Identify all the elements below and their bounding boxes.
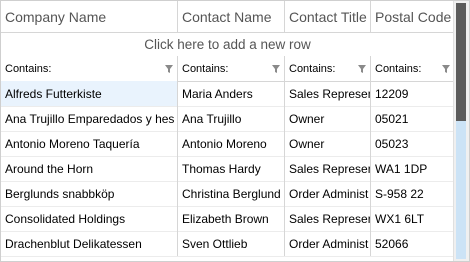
cell-postal-code[interactable]: WX1 6LT [371,206,454,231]
column-header-company-name[interactable]: Company Name [1,1,178,32]
table-row[interactable]: Around the Horn Thomas Hardy Sales Repre… [1,156,454,182]
cell-company-name[interactable]: Ana Trujillo Emparedados y hes [1,106,178,131]
cell-contact-name[interactable]: Sven Ottlieb [178,231,285,256]
filter-label: Contains: [289,62,336,75]
filter-cell-postal-code[interactable]: Contains: [371,56,454,81]
table-row[interactable]: Drachenblut Delikatessen Sven Ottlieb Or… [1,231,454,257]
cell-contact-name[interactable]: Maria Anders [178,81,285,106]
column-header-postal-code[interactable]: Postal Code [371,1,454,32]
cell-contact-title[interactable]: Sales Represent [285,156,371,181]
cell-contact-name[interactable]: Ana Trujillo [178,106,285,131]
scrollbar-thumb[interactable] [456,3,466,121]
cell-contact-name[interactable]: Thomas Hardy [178,156,285,181]
cell-contact-title[interactable]: Owner [285,106,371,131]
table-row[interactable]: Ana Trujillo Emparedados y hes Ana Truji… [1,106,454,132]
table-row[interactable]: Antonio Moreno Taquería Antonio Moreno O… [1,131,454,157]
data-grid: Company Name Contact Name Contact Title … [0,0,470,262]
cell-postal-code[interactable]: S-958 22 [371,181,454,206]
cell-company-name[interactable]: Drachenblut Delikatessen [1,231,178,256]
cell-company-name[interactable]: Alfreds Futterkiste [1,81,178,106]
table-row[interactable]: Alfreds Futterkiste Maria Anders Sales R… [1,81,454,107]
cell-contact-title[interactable]: Order Administ [285,181,371,206]
cell-contact-name[interactable]: Christina Berglund [178,181,285,206]
cell-contact-name[interactable]: Antonio Moreno [178,131,285,156]
filter-funnel-icon[interactable] [358,64,366,73]
filter-cell-contact-name[interactable]: Contains: [178,56,285,81]
cell-company-name[interactable]: Consolidated Holdings [1,206,178,231]
cell-postal-code[interactable]: 12209 [371,81,454,106]
table-row[interactable]: Consolidated Holdings Elizabeth Brown Sa… [1,206,454,232]
cell-contact-name[interactable]: Elizabeth Brown [178,206,285,231]
cell-contact-title[interactable]: Sales Represent [285,206,371,231]
vertical-scrollbar[interactable] [453,1,469,261]
cell-contact-title[interactable]: Owner [285,131,371,156]
cell-contact-title[interactable]: Order Administ [285,231,371,256]
cell-company-name[interactable]: Antonio Moreno Taquería [1,131,178,156]
filter-row: Contains: Contains: Contains: Contains: [1,56,454,82]
filter-funnel-icon[interactable] [272,64,280,73]
filter-label: Contains: [5,62,52,75]
filter-funnel-icon[interactable] [442,64,450,73]
column-header-contact-title[interactable]: Contact Title [285,1,371,32]
cell-postal-code[interactable]: 52066 [371,231,454,256]
cell-postal-code[interactable]: 05023 [371,131,454,156]
column-header-contact-name[interactable]: Contact Name [178,1,285,32]
cell-postal-code[interactable]: 05021 [371,106,454,131]
cell-postal-code[interactable]: WA1 1DP [371,156,454,181]
cell-contact-title[interactable]: Sales Represent [285,81,371,106]
add-new-row-button[interactable]: Click here to add a new row [1,32,454,57]
cell-company-name[interactable]: Berglunds snabbköp [1,181,178,206]
filter-label: Contains: [182,62,229,75]
filter-funnel-icon[interactable] [165,64,173,73]
column-header-row: Company Name Contact Name Contact Title … [1,1,454,33]
cell-company-name[interactable]: Around the Horn [1,156,178,181]
filter-label: Contains: [375,62,422,75]
scrollbar-track[interactable] [456,121,466,259]
filter-cell-contact-title[interactable]: Contains: [285,56,371,81]
table-row[interactable]: Berglunds snabbköp Christina Berglund Or… [1,181,454,207]
filter-cell-company-name[interactable]: Contains: [1,56,178,81]
